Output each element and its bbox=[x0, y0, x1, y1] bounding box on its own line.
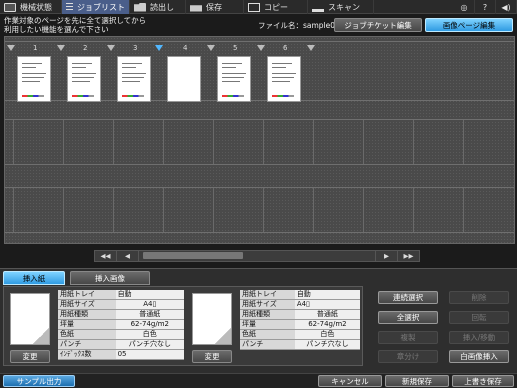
change-button-left[interactable]: 変更 bbox=[10, 350, 50, 363]
table-row: 用紙種類 普通紙 bbox=[58, 309, 184, 320]
page-thumbnail-2[interactable] bbox=[67, 56, 101, 102]
table-row: 用紙トレイ 自動 bbox=[240, 290, 360, 300]
cancel-button[interactable]: キャンセル bbox=[318, 375, 382, 387]
scroll-track[interactable] bbox=[139, 251, 375, 261]
page-number: 4 bbox=[183, 44, 188, 52]
page-row bbox=[5, 187, 514, 233]
globe-icon[interactable]: ◎ bbox=[454, 0, 475, 14]
paper-preview-right bbox=[192, 293, 232, 345]
chapter-button[interactable]: 章分け bbox=[378, 350, 438, 363]
page-row bbox=[5, 119, 514, 165]
nav-tab-recall[interactable]: 読出し bbox=[130, 0, 186, 14]
nav-tab-save[interactable]: 保存 bbox=[186, 0, 244, 14]
table-row: 用紙種類 普通紙 bbox=[240, 309, 360, 320]
table-row: ｲﾝﾃﾞｯｸｽ数 05 bbox=[58, 349, 184, 360]
table-row: 色紙 白色 bbox=[58, 329, 184, 340]
table-row: 坪量 62-74g/m2 bbox=[240, 319, 360, 330]
page-thumbnail-1[interactable] bbox=[17, 56, 51, 102]
page-marker-icon[interactable] bbox=[7, 45, 15, 51]
save-new-button[interactable]: 新規保存 bbox=[385, 375, 449, 387]
sample-output-button[interactable]: サンプル出力 bbox=[3, 375, 75, 387]
page-thumbnail-5[interactable] bbox=[217, 56, 251, 102]
table-row: 色紙 白色 bbox=[240, 329, 360, 340]
page-number: 2 bbox=[83, 44, 88, 52]
scan-icon bbox=[312, 3, 324, 12]
overwrite-save-button[interactable]: 上書き保存 bbox=[452, 375, 514, 387]
paper-preview-left bbox=[10, 293, 50, 345]
page-marker-icon[interactable] bbox=[57, 45, 65, 51]
monitor-icon bbox=[4, 2, 16, 12]
paper-settings-box: 変更 用紙トレイ 自動 用紙サイズ A4▯ 用紙種類 普通紙 坪量 62-74g/m2 … bbox=[3, 286, 363, 366]
table-row: パンチ パンチ穴なし bbox=[240, 339, 360, 350]
page-thumbnail-area[interactable]: 1 2 3 4 5 6 bbox=[4, 36, 515, 244]
table-row: 用紙トレイ 自動 bbox=[58, 290, 184, 300]
nav-tab-job-list[interactable]: ジョブリスト bbox=[62, 0, 130, 14]
paper-info-table-right: 用紙トレイ 自動 用紙サイズ A4▯ 用紙種類 普通紙 坪量 62-74g/m2 色紙白… bbox=[240, 290, 360, 350]
duplicate-button[interactable]: 複製 bbox=[378, 331, 438, 344]
select-all-button[interactable]: 全選択 bbox=[378, 311, 438, 324]
top-navigation: 機械状態 ジョブリスト 読出し 保存 コピー スキャン ◎ ? ◀) bbox=[0, 0, 517, 14]
insert-move-button[interactable]: 挿入/移動 bbox=[449, 331, 509, 344]
nav-tab-copy[interactable]: コピー bbox=[244, 0, 308, 14]
table-row: 坪量 62-74g/m2 bbox=[58, 319, 184, 330]
page-number: 6 bbox=[283, 44, 288, 52]
save-icon bbox=[190, 5, 202, 12]
folder-open-icon bbox=[134, 2, 146, 12]
instruction-text: 作業対象のページを先に全て選択してから 利用したい機能を選んで下さい bbox=[4, 16, 147, 34]
page-marker-icon[interactable] bbox=[307, 45, 315, 51]
page-number: 1 bbox=[33, 44, 38, 52]
job-ticket-edit-button[interactable]: ジョブチケット編集 bbox=[334, 18, 422, 32]
scroll-last-button[interactable]: ▶▶ bbox=[397, 251, 419, 261]
page-marker-icon[interactable] bbox=[257, 45, 265, 51]
continuous-select-button[interactable]: 連続選択 bbox=[378, 291, 438, 304]
table-row: パンチ パンチ穴なし bbox=[58, 339, 184, 350]
page-marker-current-icon[interactable] bbox=[155, 45, 163, 51]
page-marker-icon[interactable] bbox=[207, 45, 215, 51]
page-scrollbar[interactable]: ◀◀ ◀ ▶ ▶▶ bbox=[94, 250, 420, 262]
image-page-edit-button[interactable]: 画像ページ編集 bbox=[425, 18, 513, 32]
table-row: 用紙サイズ A4▯ bbox=[58, 299, 184, 310]
tab-insert-image[interactable]: 挿入画像 bbox=[70, 271, 150, 285]
page-number: 3 bbox=[133, 44, 138, 52]
page-thumbnail-3[interactable] bbox=[117, 56, 151, 102]
volume-icon[interactable]: ◀) bbox=[496, 0, 517, 14]
list-icon bbox=[66, 2, 73, 12]
scroll-first-button[interactable]: ◀◀ bbox=[95, 251, 117, 261]
table-row: 用紙サイズ A4▯ bbox=[240, 299, 360, 310]
page-thumbnail-4[interactable] bbox=[167, 56, 201, 102]
copy-icon bbox=[248, 2, 260, 12]
rotate-button[interactable]: 回転 bbox=[449, 311, 509, 324]
help-icon[interactable]: ? bbox=[475, 0, 496, 14]
page-thumbnail-6[interactable] bbox=[267, 56, 301, 102]
scroll-prev-button[interactable]: ◀ bbox=[117, 251, 139, 261]
page-number: 5 bbox=[233, 44, 238, 52]
paper-info-table-left: 用紙トレイ 自動 用紙サイズ A4▯ 用紙種類 普通紙 坪量 62-74g/m2 色紙白… bbox=[58, 290, 184, 360]
white-image-insert-button[interactable]: 白画像挿入 bbox=[449, 350, 509, 363]
nav-tab-machine-status[interactable]: 機械状態 bbox=[0, 0, 62, 14]
page-marker-icon[interactable] bbox=[107, 45, 115, 51]
delete-button[interactable]: 削除 bbox=[449, 291, 509, 304]
scroll-thumb[interactable] bbox=[143, 252, 243, 259]
change-button-right[interactable]: 変更 bbox=[192, 350, 232, 363]
page-row: 1 2 3 4 5 6 bbox=[5, 41, 514, 102]
scroll-next-button[interactable]: ▶ bbox=[375, 251, 397, 261]
nav-tab-scan[interactable]: スキャン bbox=[308, 0, 374, 14]
tab-insert-paper[interactable]: 挿入紙 bbox=[3, 271, 65, 285]
